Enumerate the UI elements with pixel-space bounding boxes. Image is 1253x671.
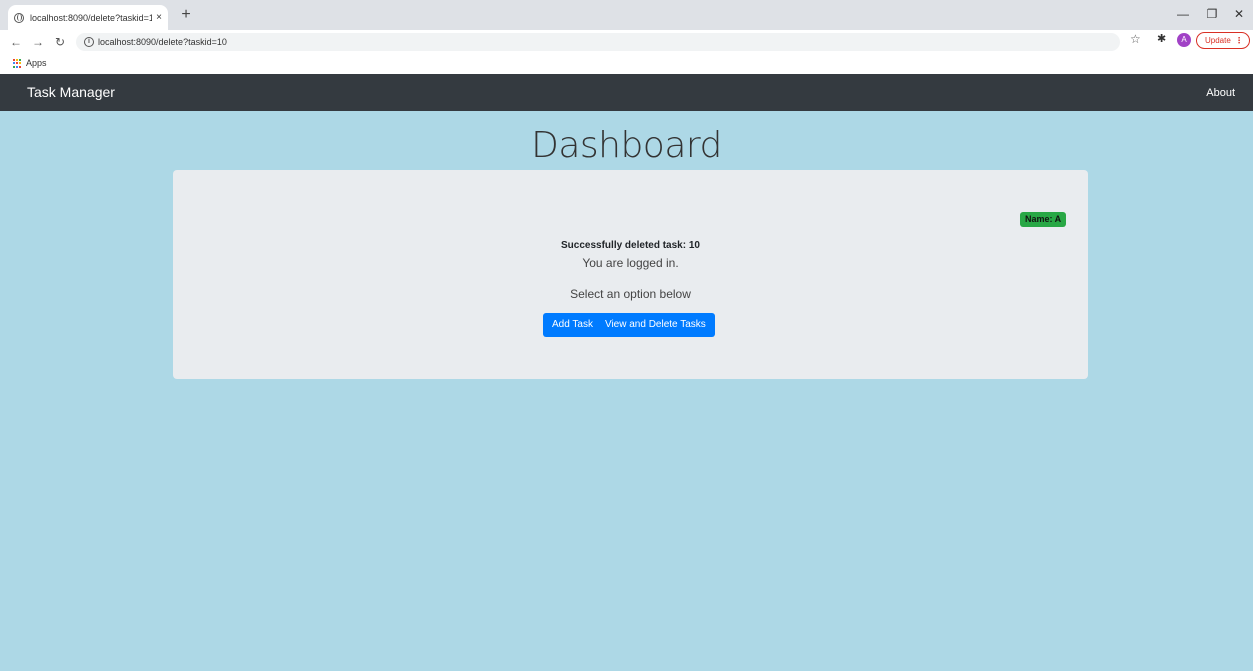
extensions-icon[interactable]: ✱ — [1157, 32, 1166, 45]
action-button-group: Add Task View and Delete Tasks — [543, 313, 715, 337]
site-navbar: Task Manager About — [0, 74, 1253, 111]
url-text: localhost:8090/delete?taskid=10 — [98, 37, 227, 47]
add-task-button[interactable]: Add Task — [543, 313, 599, 337]
view-delete-tasks-button[interactable]: View and Delete Tasks — [599, 313, 715, 337]
info-icon[interactable]: i — [84, 37, 94, 47]
reload-icon[interactable]: ↻ — [52, 33, 68, 51]
about-link[interactable]: About — [1206, 87, 1235, 99]
update-label: Update — [1205, 36, 1231, 45]
tab-close-icon[interactable]: × — [156, 12, 162, 23]
browser-toolbar: ← → ↻ i localhost:8090/delete?taskid=10 — [0, 30, 1253, 54]
back-arrow-icon[interactable]: ← — [8, 33, 24, 51]
page-title: Dashboard — [531, 125, 722, 166]
avatar[interactable]: A — [1177, 33, 1191, 47]
logged-in-text: You are logged in. — [582, 256, 679, 270]
minimize-icon[interactable]: — — [1170, 4, 1196, 24]
select-prompt: Select an option below — [570, 287, 691, 301]
forward-arrow-icon[interactable]: → — [30, 33, 46, 51]
apps-icon[interactable] — [13, 59, 22, 68]
name-badge: Name: A — [1020, 212, 1067, 227]
bookmarks-bar: Apps — [0, 54, 1253, 74]
star-icon[interactable]: ☆ — [1130, 32, 1141, 46]
close-icon[interactable]: ✕ — [1226, 4, 1252, 24]
update-button[interactable]: Update ⋮ — [1196, 32, 1250, 49]
page-content: Dashboard Name: A Successfully deleted t… — [0, 111, 1253, 671]
browser-tab-strip: localhost:8090/delete?taskid=10 × + — ❐ … — [0, 0, 1253, 30]
new-tab-button[interactable]: + — [176, 5, 196, 25]
navbar-brand[interactable]: Task Manager — [27, 84, 115, 100]
tab-title: localhost:8090/delete?taskid=10 — [30, 12, 153, 23]
browser-tab[interactable]: localhost:8090/delete?taskid=10 × — [8, 5, 168, 30]
success-message: Successfully deleted task: 10 — [561, 240, 700, 251]
restore-icon[interactable]: ❐ — [1199, 4, 1225, 24]
dashboard-card: Name: A Successfully deleted task: 10 Yo… — [173, 170, 1088, 379]
menu-dots-icon: ⋮ — [1235, 36, 1243, 45]
apps-bookmark[interactable]: Apps — [26, 58, 47, 68]
globe-icon — [14, 12, 24, 23]
address-bar[interactable]: i localhost:8090/delete?taskid=10 — [76, 33, 1120, 51]
